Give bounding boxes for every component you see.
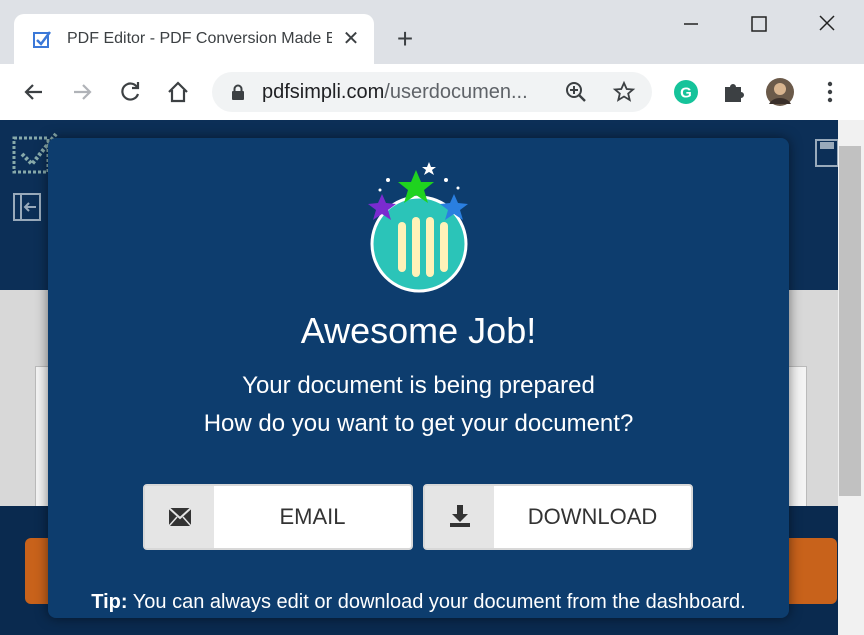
reload-icon[interactable]	[116, 78, 144, 106]
sidebar-toggle-icon[interactable]	[12, 192, 42, 222]
modal-subtitle-2: How do you want to get your document?	[203, 410, 634, 437]
email-button-label: EMAIL	[279, 504, 346, 529]
lock-icon[interactable]	[230, 84, 246, 100]
bookmark-star-icon[interactable]	[612, 80, 636, 104]
url-domain: pdfsimpli.com	[262, 81, 385, 103]
download-icon-box	[425, 486, 494, 548]
browser-tab[interactable]: PDF Editor - PDF Conversion Made Easy ✕	[14, 14, 374, 64]
scrollbar-thumb[interactable]	[839, 146, 861, 496]
download-button[interactable]: DOWNLOAD	[423, 484, 693, 550]
home-icon[interactable]	[164, 78, 192, 106]
tip-text: Tip: You can always edit or download you…	[88, 588, 749, 616]
tab-title: PDF Editor - PDF Conversion Made Easy	[67, 30, 332, 47]
envelope-icon	[168, 507, 192, 527]
modal-heading: Awesome Job!	[300, 310, 537, 351]
url-text[interactable]: pdfsimpli.com/userdocumen...	[262, 81, 557, 104]
window-close-icon[interactable]	[812, 10, 842, 38]
maximize-icon[interactable]	[743, 10, 773, 38]
tip-label: Tip:	[91, 591, 128, 613]
email-icon-box	[145, 486, 214, 548]
forward-arrow-icon[interactable]	[68, 78, 96, 106]
minimize-icon[interactable]	[675, 10, 705, 38]
save-icon[interactable]	[814, 138, 838, 168]
browser-toolbar: pdfsimpli.com/userdocumen... G	[0, 64, 864, 120]
back-arrow-icon[interactable]	[20, 78, 48, 106]
pdf-editor-favicon-icon	[33, 31, 51, 48]
grammarly-badge: G	[680, 85, 692, 102]
address-bar[interactable]: pdfsimpli.com/userdocumen...	[212, 72, 652, 112]
zoom-icon[interactable]	[564, 80, 588, 104]
extensions-puzzle-icon[interactable]	[720, 78, 748, 106]
tab-strip: PDF Editor - PDF Conversion Made Easy ✕ …	[0, 0, 864, 64]
modal-subtitle-1: Your document is being prepared	[242, 372, 595, 399]
download-button-label: DOWNLOAD	[527, 504, 658, 529]
tip-body: You can always edit or download your doc…	[127, 591, 746, 613]
email-button[interactable]: EMAIL	[143, 484, 413, 550]
success-modal: Awesome Job! Your document is being prep…	[48, 138, 789, 618]
profile-avatar-icon[interactable]	[766, 78, 794, 106]
menu-kebab-icon[interactable]	[816, 78, 844, 106]
celebration-badge-icon	[368, 162, 468, 293]
grammarly-extension-icon[interactable]: G	[672, 78, 700, 106]
tab-close-icon[interactable]: ✕	[340, 28, 362, 50]
url-path: /userdocumen...	[384, 81, 528, 103]
download-icon	[450, 505, 470, 527]
new-tab-icon[interactable]: +	[392, 25, 418, 53]
